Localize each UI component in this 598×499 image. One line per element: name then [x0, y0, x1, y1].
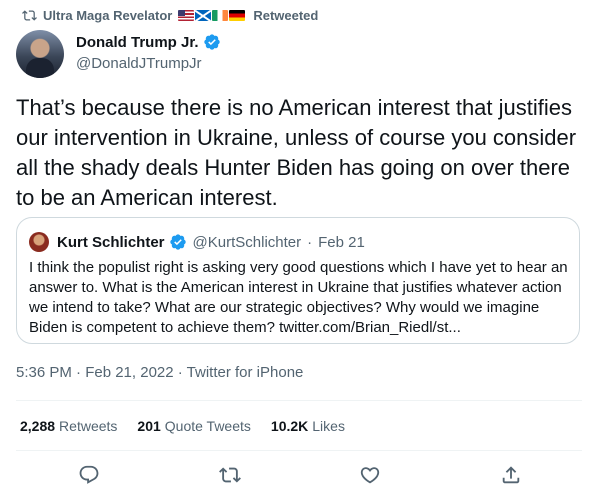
- quote-date: Feb 21: [318, 233, 365, 251]
- quote-header: Kurt Schlichter @KurtSchlichter · Feb 21: [29, 232, 365, 252]
- engagement-stats: 2,288 Retweets 201 Quote Tweets 10.2K Likes: [20, 418, 345, 434]
- quote-author-name: Kurt Schlichter: [57, 233, 165, 251]
- retweeted-label: Retweeted: [253, 8, 319, 23]
- tweet-timestamp[interactable]: 5:36 PM · Feb 21, 2022 · Twitter for iPh…: [16, 364, 303, 381]
- quote-verified-badge-icon: [169, 234, 186, 250]
- us-flag-icon: [178, 10, 195, 21]
- retweet-banner: Ultra Maga Revelator Retweeted: [22, 8, 318, 23]
- author-name-row[interactable]: Donald Trump Jr.: [76, 33, 221, 51]
- author-avatar[interactable]: [16, 30, 64, 78]
- flag-emojis: [178, 10, 246, 21]
- retweets-stat[interactable]: 2,288 Retweets: [20, 418, 117, 434]
- likes-count: 10.2K: [270, 418, 309, 434]
- quoted-tweet-card[interactable]: Kurt Schlichter @KurtSchlichter · Feb 21…: [16, 217, 580, 344]
- retweet-banner-icon: [22, 10, 37, 21]
- divider-top: [16, 400, 582, 401]
- likes-label: Likes: [312, 418, 345, 434]
- ireland-flag-icon: [212, 10, 229, 21]
- reply-icon: [79, 465, 99, 484]
- likes-stat[interactable]: 10.2K Likes: [271, 418, 345, 434]
- retweets-label: Retweets: [59, 418, 118, 434]
- like-icon: [360, 467, 380, 484]
- quote-separator: ·: [307, 233, 313, 251]
- author-name[interactable]: Donald Trump Jr.: [76, 34, 199, 51]
- like-button[interactable]: [359, 464, 381, 486]
- retweet-icon: [219, 467, 241, 483]
- quote-text: I think the populist right is asking ver…: [29, 259, 568, 336]
- author-handle[interactable]: @DonaldJTrumpJr: [76, 55, 202, 72]
- quote-author-handle: @KurtSchlichter: [192, 233, 302, 251]
- reply-button[interactable]: [78, 464, 100, 486]
- quote-author-avatar: [29, 232, 49, 252]
- divider-bottom: [16, 450, 582, 451]
- share-icon: [502, 466, 520, 484]
- retweet-button[interactable]: [219, 464, 241, 486]
- share-button[interactable]: [500, 464, 522, 486]
- quote-tweets-count: 201: [137, 418, 161, 434]
- verified-badge-icon: [203, 34, 220, 50]
- action-bar: [0, 464, 598, 488]
- germany-flag-icon: [229, 10, 246, 21]
- retweets-count: 2,288: [20, 418, 56, 434]
- quote-tweets-label: Quote Tweets: [164, 418, 251, 434]
- tweet-text: That’s because there is no American inte…: [16, 95, 577, 210]
- quote-tweets-stat[interactable]: 201 Quote Tweets: [137, 418, 251, 434]
- retweeter-name[interactable]: Ultra Maga Revelator: [43, 8, 172, 23]
- scotland-flag-icon: [195, 10, 212, 21]
